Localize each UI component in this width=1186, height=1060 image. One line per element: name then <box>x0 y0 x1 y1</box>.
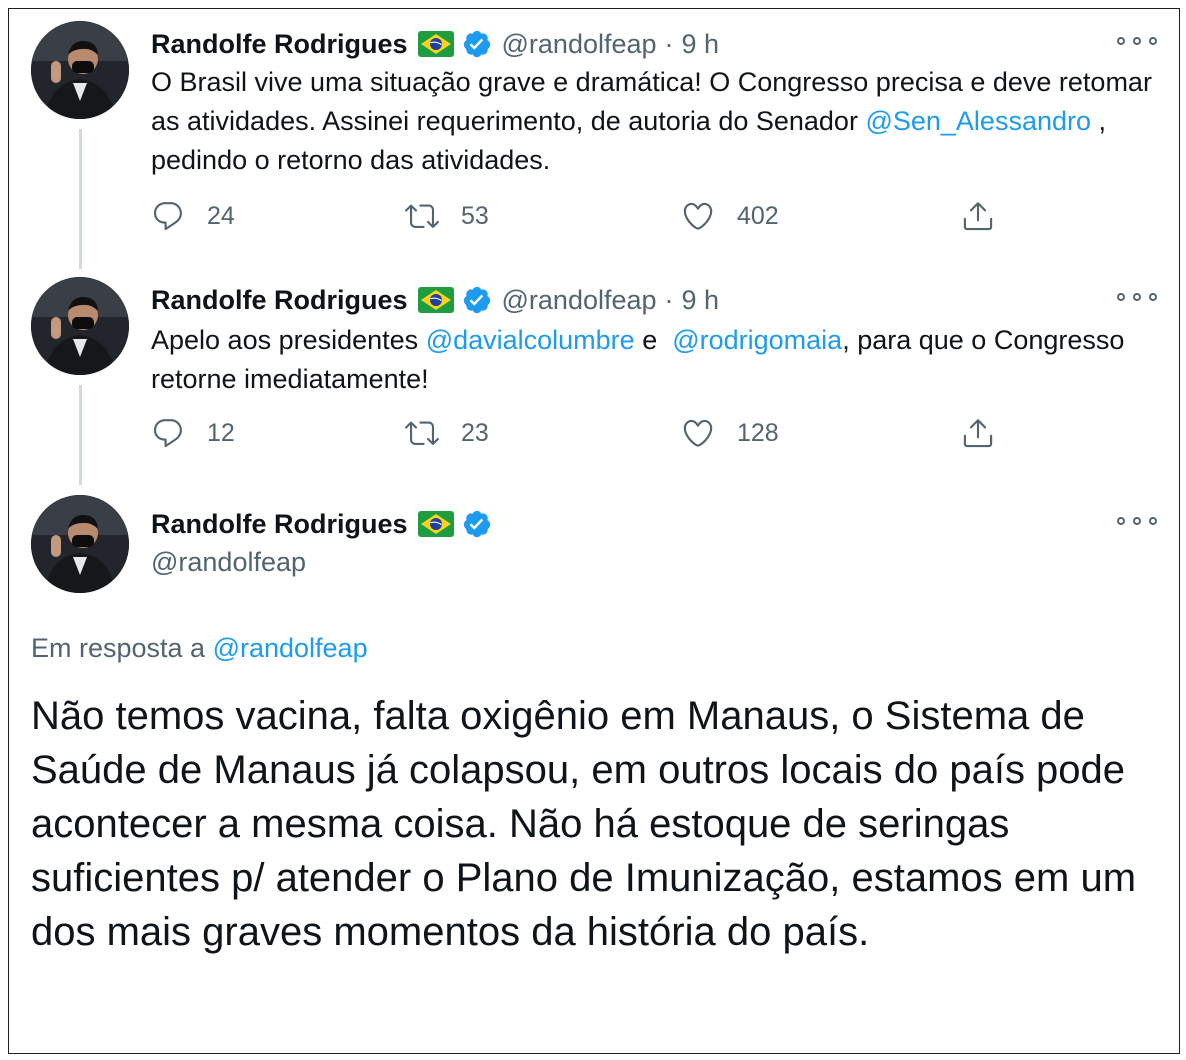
brazil-flag-icon <box>417 511 454 537</box>
reply-context: Em resposta a @randolfeap <box>31 633 368 664</box>
focused-tweet-text: Não temos vacina, falta oxigênio em Mana… <box>31 694 1137 954</box>
heart-icon <box>683 202 713 230</box>
author-handle[interactable]: @randolfeap <box>502 29 657 60</box>
reply-icon <box>153 202 182 231</box>
reply-button[interactable]: 12 <box>151 416 235 450</box>
reply-icon <box>153 419 182 448</box>
avatar[interactable] <box>31 277 129 375</box>
reply-to-handle-link[interactable]: @randolfeap <box>213 633 368 663</box>
retweet-count: 53 <box>461 201 489 230</box>
brazil-flag-icon <box>417 287 454 313</box>
like-count: 402 <box>737 201 779 230</box>
tweet-text: Apelo aos presidentes @davialcolumbre e … <box>151 321 1159 399</box>
retweet-button[interactable]: 53 <box>405 199 489 233</box>
brazil-flag-icon <box>417 31 454 57</box>
tweet-actions: 12 23 128 <box>151 416 1011 456</box>
author-handle[interactable]: @randolfeap <box>502 285 657 316</box>
reply-button[interactable]: 24 <box>151 199 235 233</box>
verified-badge-icon <box>463 286 490 314</box>
thread-line <box>79 129 82 269</box>
tweet-text-part: e <box>634 325 673 355</box>
verified-badge-icon <box>463 30 490 58</box>
tweet-time[interactable]: 9 h <box>682 285 720 316</box>
author-name[interactable]: Randolfe Rodrigues <box>151 285 408 316</box>
retweet-icon <box>405 421 439 445</box>
more-options-icon[interactable] <box>1117 513 1157 529</box>
mention-link[interactable]: @Sen_Alessandro <box>865 106 1091 136</box>
handle-row: @randolfeap <box>151 545 306 579</box>
more-options-icon[interactable] <box>1117 33 1157 49</box>
share-button[interactable] <box>961 199 995 233</box>
author-name[interactable]: Randolfe Rodrigues <box>151 29 408 60</box>
author-name[interactable]: Randolfe Rodrigues <box>151 509 408 540</box>
tweet-text-part: Apelo aos presidentes <box>151 325 426 355</box>
like-button[interactable]: 128 <box>681 416 779 450</box>
verified-badge-icon <box>463 510 490 538</box>
heart-icon <box>683 419 713 447</box>
more-options-icon[interactable] <box>1117 289 1157 305</box>
separator-dot: · <box>664 284 674 315</box>
tweet-header: Randolfe Rodrigues @randolfeap · 9 h <box>151 27 719 61</box>
reply-count: 24 <box>207 201 235 230</box>
retweet-icon <box>405 204 439 228</box>
tweet-header: Randolfe Rodrigues <box>151 507 492 541</box>
separator-dot: · <box>664 28 674 59</box>
retweet-button[interactable]: 23 <box>405 416 489 450</box>
avatar[interactable] <box>31 495 129 593</box>
mention-link[interactable]: @rodrigomaia <box>672 325 842 355</box>
reply-context-label: Em resposta a <box>31 633 213 663</box>
tweet-actions: 24 53 402 <box>151 199 1011 239</box>
author-handle[interactable]: @randolfeap <box>151 547 306 578</box>
tweet-header: Randolfe Rodrigues @randolfeap · 9 h <box>151 283 719 317</box>
like-button[interactable]: 402 <box>681 199 779 233</box>
share-icon <box>963 202 993 231</box>
screenshot-frame: Randolfe Rodrigues @randolfeap · 9 h O B… <box>8 8 1180 1054</box>
tweet-time[interactable]: 9 h <box>682 29 720 60</box>
avatar[interactable] <box>31 21 129 119</box>
thread-line <box>79 385 82 485</box>
mention-link[interactable]: @davialcolumbre <box>426 325 635 355</box>
tweet-text: O Brasil vive uma situação grave e dramá… <box>151 63 1159 180</box>
retweet-count: 23 <box>461 418 489 447</box>
reply-count: 12 <box>207 418 235 447</box>
like-count: 128 <box>737 418 779 447</box>
share-button[interactable] <box>961 416 995 450</box>
share-icon <box>963 419 993 448</box>
